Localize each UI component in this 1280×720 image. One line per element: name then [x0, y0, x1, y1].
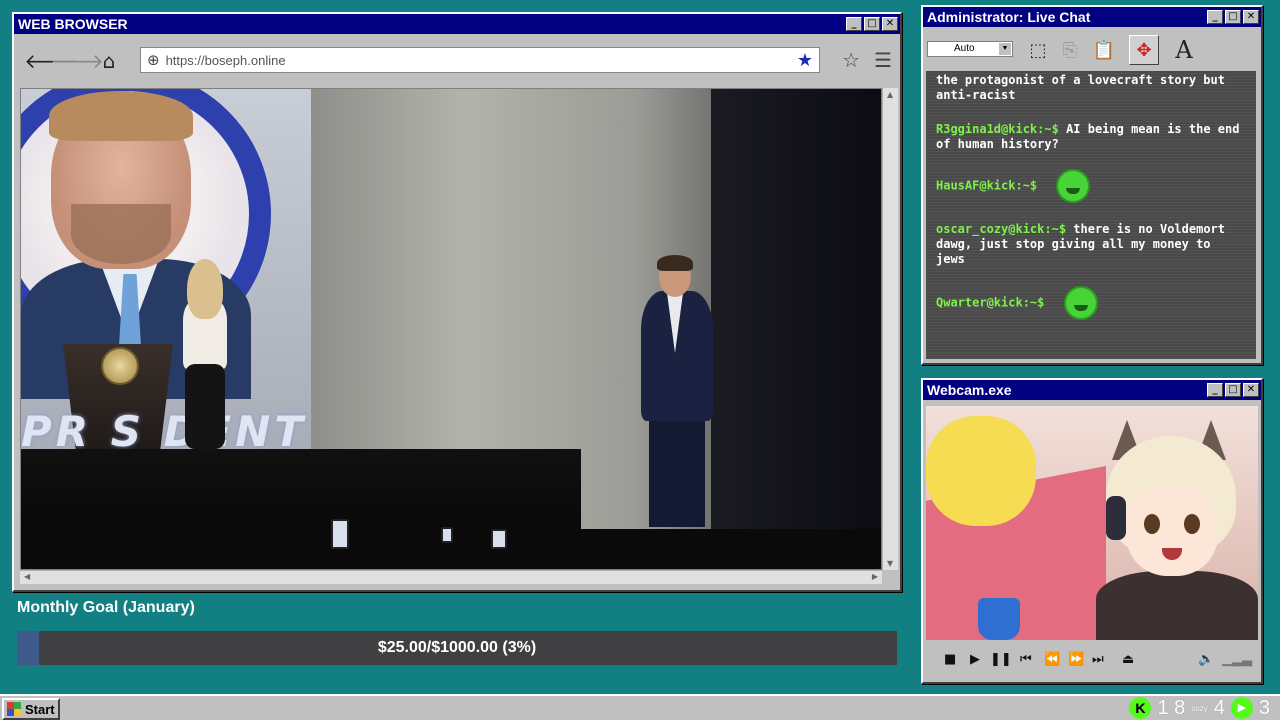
avatar-face [1126, 486, 1218, 576]
minimize-button[interactable]: _ [846, 17, 862, 31]
rewind-icon[interactable]: ⏪ [1044, 652, 1060, 667]
chat-messages[interactable]: the protagonist of a lovecraft story but… [926, 71, 1256, 359]
tray-count-1: 1 8 [1157, 696, 1186, 719]
avatar-sweater [1096, 571, 1258, 640]
webcam-title: Webcam.exe [927, 382, 1012, 398]
crying-emote-icon [1063, 286, 1098, 320]
chat-message: the protagonist of a lovecraft story but… [936, 73, 1246, 103]
star-outline-icon[interactable]: ☆ [842, 48, 860, 72]
chat-message: oscar_cozy@kick:~$ there is no Voldemort… [936, 222, 1246, 267]
bookmarked-star-icon[interactable]: ★ [797, 50, 813, 71]
stop-icon[interactable]: ■ [944, 652, 956, 667]
globe-icon: ⊕ [147, 51, 160, 69]
maximize-button[interactable]: □ [1225, 10, 1241, 24]
maximize-button[interactable]: □ [864, 17, 880, 31]
chat-username[interactable]: HausAF@kick:~$ [936, 179, 1037, 193]
dark-curtain [711, 89, 881, 569]
minimize-button[interactable]: _ [1207, 383, 1223, 397]
home-icon[interactable]: ⌂ [96, 48, 122, 74]
vertical-scrollbar[interactable]: ▲ ▼ [882, 88, 898, 570]
browser-window: WEB BROWSER _ □ ✕ 🡐 🡒 ⌂ ⊕ https://boseph… [12, 12, 902, 592]
goal-progress-text: $25.00/$1000.00 (3%) [377, 639, 537, 656]
goal-label: Monthly Goal (January) [17, 599, 195, 616]
phone-light [491, 529, 507, 549]
kick-logo-icon[interactable]: K [1129, 697, 1152, 719]
system-tray: K 1 8 cozy 4 ▶ 3 [1129, 696, 1270, 720]
podium-seal [101, 347, 139, 385]
avatar-eye [1144, 514, 1160, 534]
close-button[interactable]: ✕ [1243, 10, 1259, 24]
man-figure [631, 255, 721, 527]
horizontal-scrollbar[interactable]: ◀ ▶ [20, 570, 882, 584]
chat-message: R3ggina1d@kick:~$ AI being mean is the e… [936, 122, 1246, 152]
volume-icon[interactable]: 🔈 [1198, 652, 1214, 667]
hamburger-menu-icon[interactable]: ☰ [874, 48, 892, 72]
chat-title: Administrator: Live Chat [927, 9, 1091, 25]
font-size-select[interactable]: Auto ▼ [927, 41, 1013, 57]
webcam-feed [926, 406, 1258, 640]
address-bar[interactable]: ⊕ https://boseph.online ★ [140, 47, 820, 73]
windows-logo-icon [7, 702, 21, 716]
tray-count-2: 4 [1213, 696, 1225, 719]
select-marquee-icon[interactable]: ⬚ [1023, 35, 1053, 65]
maximize-button[interactable]: □ [1225, 383, 1241, 397]
chat-message: HausAF@kick:~$ [936, 169, 1246, 203]
browser-title: WEB BROWSER [18, 16, 128, 32]
close-button[interactable]: ✕ [1243, 383, 1259, 397]
chat-username[interactable]: Qwarter@kick:~$ [936, 296, 1044, 310]
blue-mug [978, 598, 1020, 640]
start-button[interactable]: Start [2, 698, 60, 720]
fast-forward-icon[interactable]: ⏩ [1068, 652, 1084, 667]
chat-text: the protagonist of a lovecraft story but… [936, 73, 1225, 102]
media-controls: ■ ▶ ❚❚ ⏮ ⏪ ⏩ ⏭ ⏏ 🔈 ▁▂▃ [926, 646, 1260, 676]
live-chat-window: Administrator: Live Chat _ □ ✕ Auto ▼ ⬚ … [921, 5, 1263, 365]
woman-figure [169, 259, 239, 449]
headset [1106, 496, 1126, 540]
copy-icon[interactable]: ⎘ [1055, 35, 1085, 65]
chat-toolbar: Auto ▼ ⬚ ⎘ 📋 ✥ A [925, 31, 1259, 71]
pause-icon[interactable]: ❚❚ [990, 652, 1012, 667]
chat-message: Qwarter@kick:~$ [936, 286, 1246, 320]
goal-progress-bar: $25.00/$1000.00 (3%) [17, 631, 897, 665]
webcam-titlebar[interactable]: Webcam.exe _ □ ✕ [923, 380, 1261, 400]
eject-icon[interactable]: ⏏ [1122, 652, 1134, 667]
browser-titlebar[interactable]: WEB BROWSER _ □ ✕ [14, 14, 900, 34]
tray-count-3: 3 [1258, 696, 1270, 719]
forward-arrow-icon[interactable]: 🡒 [50, 48, 104, 74]
browser-navbar: 🡐 🡒 ⌂ ⊕ https://boseph.online ★ ☆ ☰ [18, 44, 896, 78]
taskbar: Start K 1 8 cozy 4 ▶ 3 [0, 694, 1280, 720]
chat-username[interactable]: R3ggina1d@kick:~$ [936, 122, 1059, 136]
start-label: Start [25, 701, 55, 717]
dropdown-arrow-icon[interactable]: ▼ [999, 43, 1011, 55]
move-icon[interactable]: ✥ [1129, 35, 1159, 65]
screen-beard [71, 204, 171, 264]
play-circle-icon[interactable]: ▶ [1230, 697, 1253, 719]
font-size-value: Auto [954, 43, 975, 54]
url-text[interactable]: https://boseph.online [166, 53, 286, 68]
tray-small-label: cozy [1191, 703, 1208, 713]
phone-light [331, 519, 349, 549]
screen-hair [49, 91, 193, 141]
font-icon[interactable]: A [1169, 35, 1199, 65]
close-button[interactable]: ✕ [882, 17, 898, 31]
avatar-eye [1184, 514, 1200, 534]
skip-back-icon[interactable]: ⏮ [1020, 652, 1032, 667]
skip-forward-icon[interactable]: ⏭ [1092, 652, 1104, 667]
chat-username[interactable]: oscar_cozy@kick:~$ [936, 222, 1066, 236]
green-emote-icon [1056, 169, 1091, 203]
paste-icon[interactable]: 📋 [1089, 35, 1119, 65]
chat-titlebar[interactable]: Administrator: Live Chat _ □ ✕ [923, 7, 1261, 27]
phone-light [441, 527, 453, 543]
video-viewport[interactable]: PR S DENT [20, 88, 882, 570]
webcam-window: Webcam.exe _ □ ✕ ■ ▶ ❚❚ ⏮ ⏪ ⏩ ⏭ ⏏ 🔈 ▁▂▃ [921, 378, 1263, 684]
plush-toy [926, 416, 1036, 526]
play-icon[interactable]: ▶ [970, 652, 980, 667]
volume-slider[interactable]: ▁▂▃ [1222, 652, 1252, 667]
minimize-button[interactable]: _ [1207, 10, 1223, 24]
